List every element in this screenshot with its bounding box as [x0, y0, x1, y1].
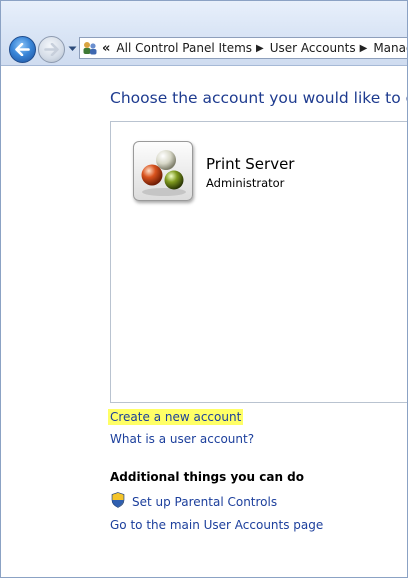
recent-pages-dropdown[interactable] [67, 44, 77, 54]
account-name[interactable]: Print Server [206, 155, 294, 173]
control-panel-window: « All Control Panel Items ▶ User Account… [0, 0, 408, 578]
breadcrumb-item[interactable]: All Control Panel Items [116, 41, 252, 55]
breadcrumb-item[interactable]: User Accounts [270, 41, 356, 55]
navigation-bar: « All Control Panel Items ▶ User Account… [1, 1, 407, 66]
account-role: Administrator [206, 176, 285, 190]
breadcrumb-item[interactable]: Manage [373, 41, 407, 55]
forward-button[interactable] [38, 36, 65, 63]
parental-controls-link[interactable]: Set up Parental Controls [132, 495, 277, 509]
arrow-left-icon [15, 43, 30, 56]
account-picture[interactable] [133, 141, 193, 201]
breadcrumb-separator-icon[interactable]: ▶ [360, 43, 368, 54]
back-button[interactable] [9, 36, 36, 63]
address-bar[interactable]: « All Control Panel Items ▶ User Account… [79, 37, 407, 59]
account-list: Print Server Administrator [110, 121, 407, 403]
main-user-accounts-link[interactable]: Go to the main User Accounts page [110, 518, 323, 532]
arrow-right-icon [44, 43, 59, 56]
main-content: Choose the account you would like to cha… [1, 66, 407, 577]
what-is-user-account-link[interactable]: What is a user account? [110, 432, 254, 446]
billiard-balls-icon [141, 150, 186, 196]
page-title: Choose the account you would like to cha… [110, 89, 407, 107]
additional-things-heading: Additional things you can do [110, 470, 305, 484]
breadcrumb-overflow-icon[interactable]: « [102, 41, 110, 56]
create-account-link[interactable]: Create a new account [108, 409, 244, 425]
breadcrumb-separator-icon[interactable]: ▶ [256, 43, 264, 54]
chevron-down-icon [68, 46, 76, 51]
user-accounts-icon [82, 40, 98, 56]
shield-icon [111, 492, 125, 508]
